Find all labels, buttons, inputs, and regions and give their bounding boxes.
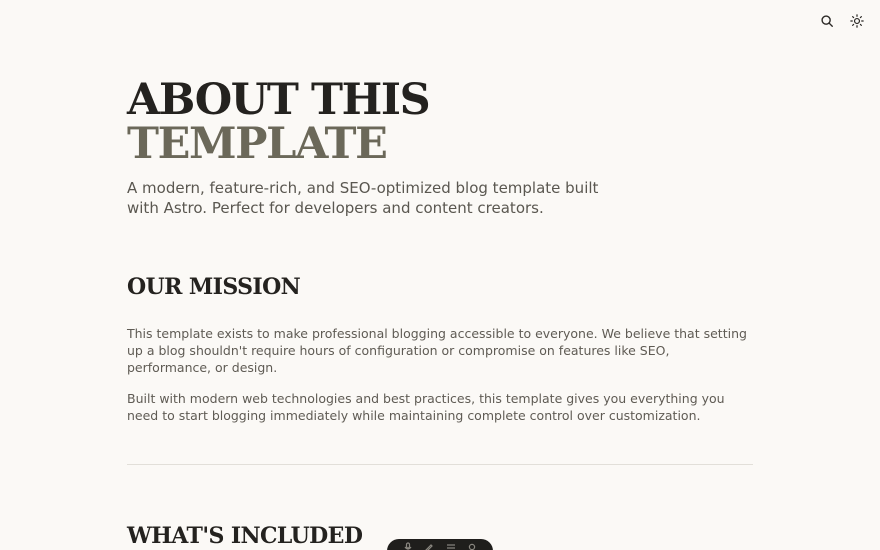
mission-heading: Our Mission [127,274,301,300]
mission-paragraph-2: Built with modern web technologies and b… [127,391,725,423]
floating-dock [387,539,493,550]
menu-icon [446,544,455,549]
pencil-icon [425,544,434,550]
dock-microphone-button[interactable] [403,542,413,550]
dock-pencil-button[interactable] [424,543,434,550]
sun-icon [850,14,864,28]
section-divider [127,464,753,465]
dock-settings-button[interactable] [467,543,477,550]
theme-toggle-button[interactable] [846,10,868,32]
search-icon [821,15,833,27]
microphone-icon [404,542,412,550]
mission-paragraph-1: This template exists to make professiona… [127,326,747,375]
dock-menu-button[interactable] [446,543,456,550]
search-button[interactable] [816,10,838,32]
header-actions [816,10,868,32]
page-title-line-2: template [127,119,388,169]
page-title-line-1: About this [127,75,431,125]
settings-icon [469,543,476,550]
page-title: About this template [127,78,753,166]
main-content: About this template A modern, feature-ri… [127,78,753,549]
page-subtitle: A modern, feature-rich, and SEO-optimize… [127,179,599,217]
